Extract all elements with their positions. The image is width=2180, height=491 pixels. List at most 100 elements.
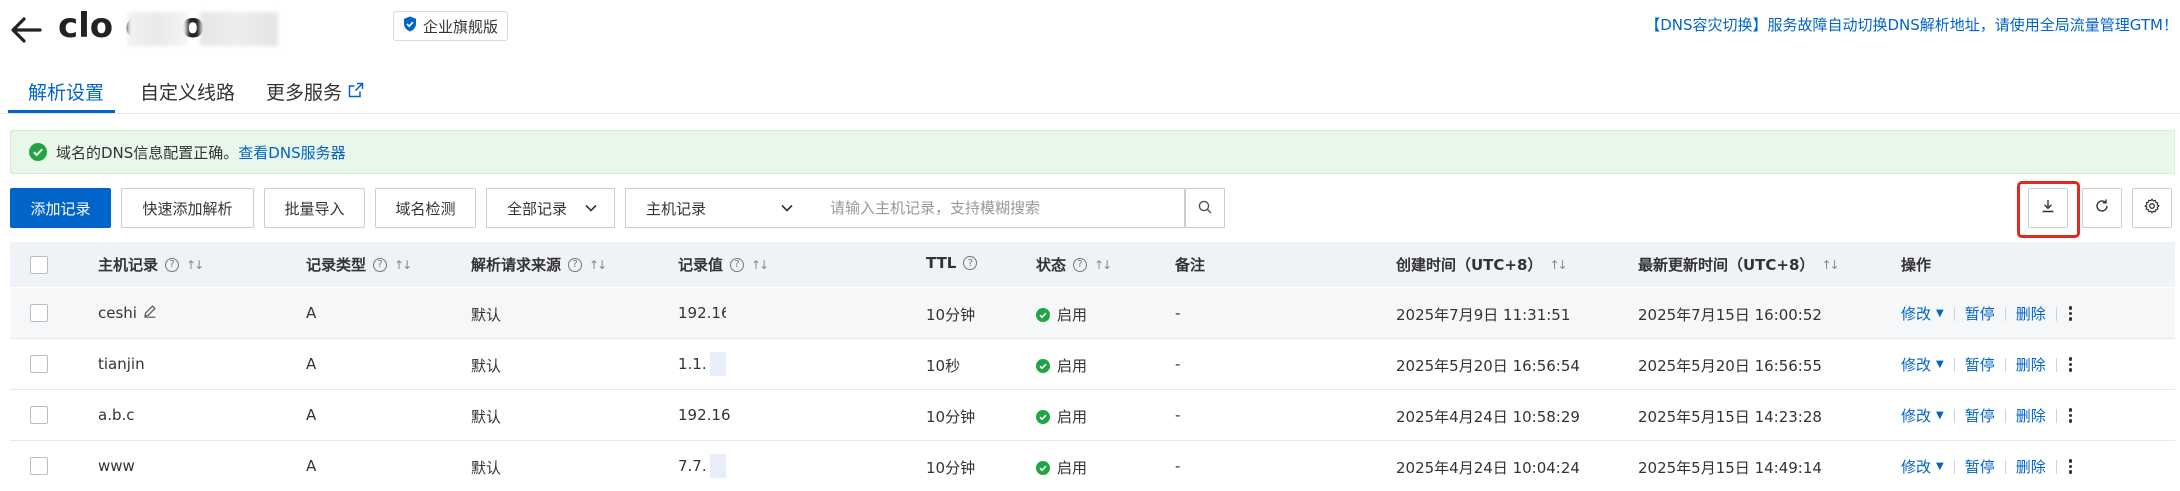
tab-more-services[interactable]: 更多服务	[266, 78, 364, 105]
external-link-icon	[348, 81, 364, 103]
back-arrow-icon[interactable]	[4, 8, 48, 52]
active-tab-indicator	[8, 110, 115, 113]
chevron-down-icon	[584, 201, 598, 219]
delete-link[interactable]: 删除	[2016, 303, 2046, 324]
pause-link[interactable]: 暂停	[1965, 405, 1995, 426]
gear-icon	[2144, 198, 2160, 218]
pause-link[interactable]: 暂停	[1965, 354, 1995, 375]
help-icon[interactable]: ?	[1073, 257, 1088, 272]
sort-icon[interactable]: ↑↓	[589, 258, 607, 272]
tab-dns-settings[interactable]: 解析设置	[28, 78, 104, 105]
record-filter-select[interactable]: 全部记录	[486, 188, 615, 228]
search-field-select[interactable]: 主机记录	[625, 188, 811, 228]
add-record-button[interactable]: 添加记录	[10, 188, 111, 228]
batch-import-button[interactable]: 批量导入	[264, 188, 365, 228]
th-ttl-label: TTL	[926, 254, 957, 272]
th-line[interactable]: 解析请求来源 ? ↑↓	[471, 254, 607, 275]
help-icon[interactable]: ?	[373, 257, 388, 272]
th-updated[interactable]: 最新更新时间（UTC+8） ↑↓	[1638, 254, 1840, 275]
tab-custom-lines[interactable]: 自定义线路	[140, 78, 235, 105]
table-settings-button[interactable]	[2132, 188, 2172, 228]
edition-badge: 企业旗舰版	[393, 11, 509, 41]
caret-down-icon[interactable]: ▼	[1936, 308, 1944, 319]
check-circle-icon	[1036, 409, 1050, 424]
help-icon[interactable]: ?	[730, 257, 745, 272]
th-actions-label: 操作	[1901, 256, 1932, 274]
th-remark-label: 备注	[1175, 256, 1206, 274]
row-checkbox[interactable]	[30, 304, 48, 322]
status-label: 启用	[1057, 306, 1088, 324]
divider	[1953, 306, 1955, 321]
refresh-button[interactable]	[2082, 188, 2122, 228]
quick-add-button[interactable]: 快速添加解析	[121, 188, 254, 228]
th-value[interactable]: 记录值 ? ↑↓	[678, 254, 769, 275]
cell-remark: -	[1175, 304, 1181, 322]
row-checkbox[interactable]	[30, 355, 48, 373]
delete-link[interactable]: 删除	[2016, 354, 2046, 375]
help-icon[interactable]: ?	[963, 256, 978, 270]
th-line-label: 解析请求来源	[471, 256, 562, 274]
more-options-icon[interactable]	[2068, 408, 2073, 423]
cell-value: 192.16	[678, 406, 731, 424]
row-checkbox[interactable]	[30, 457, 48, 475]
divider	[2004, 306, 2006, 321]
divider	[1953, 408, 1955, 423]
cell-actions: 修改 ▼ 暂停 删除	[1901, 456, 2073, 477]
select-all-checkbox[interactable]	[30, 256, 48, 274]
caret-down-icon[interactable]: ▼	[1936, 359, 1944, 370]
export-highlight-box	[2017, 181, 2080, 238]
th-actions: 操作	[1901, 254, 1931, 275]
row-checkbox[interactable]	[30, 406, 48, 424]
modify-link[interactable]: 修改	[1901, 303, 1931, 324]
cell-ttl: 10分钟	[926, 408, 976, 426]
cell-line: 默认	[471, 306, 502, 324]
caret-down-icon[interactable]: ▼	[1936, 461, 1944, 472]
delete-link[interactable]: 删除	[2016, 456, 2046, 477]
cell-status: 启用	[1036, 457, 1087, 478]
th-created[interactable]: 创建时间（UTC+8） ↑↓	[1396, 254, 1568, 275]
cell-actions: 修改 ▼ 暂停 删除	[1901, 303, 2073, 324]
table-row: a.b.c A 默认 192.16 10分钟 启用 - 2025年4月24日 1…	[10, 390, 2175, 441]
th-ttl: TTL ?	[926, 254, 978, 272]
th-host[interactable]: 主机记录 ? ↑↓	[98, 254, 204, 275]
divider	[2004, 408, 2006, 423]
pencil-icon[interactable]	[143, 304, 157, 322]
pause-link[interactable]: 暂停	[1965, 456, 1995, 477]
cell-value: 7.7.	[678, 457, 707, 475]
table-row: ceshi A 默认 192.168 10分钟 启用 - 2025年7月9日 1…	[10, 288, 2175, 339]
redaction-mask	[127, 12, 187, 46]
modify-link[interactable]: 修改	[1901, 405, 1931, 426]
sort-icon[interactable]: ↑↓	[1549, 258, 1567, 272]
th-type[interactable]: 记录类型 ? ↑↓	[306, 254, 412, 275]
pause-link[interactable]: 暂停	[1965, 303, 1995, 324]
help-icon[interactable]: ?	[568, 257, 583, 272]
cell-ttl: 10秒	[926, 357, 961, 375]
redaction-mask	[710, 454, 726, 478]
cell-actions: 修改 ▼ 暂停 删除	[1901, 405, 2073, 426]
modify-link[interactable]: 修改	[1901, 354, 1931, 375]
view-dns-servers-link[interactable]: 查看DNS服务器	[238, 142, 345, 163]
cell-created: 2025年4月24日 10:04:24	[1396, 459, 1580, 477]
more-options-icon[interactable]	[2068, 306, 2073, 321]
help-icon[interactable]: ?	[165, 257, 180, 272]
search-input[interactable]	[810, 188, 1185, 228]
search-button[interactable]	[1185, 188, 1225, 228]
cell-updated: 2025年5月15日 14:49:14	[1638, 459, 1822, 477]
sort-icon[interactable]: ↑↓	[394, 258, 412, 272]
cell-created: 2025年5月20日 16:56:54	[1396, 357, 1580, 375]
modify-link[interactable]: 修改	[1901, 456, 1931, 477]
sort-icon[interactable]: ↑↓	[186, 258, 204, 272]
caret-down-icon[interactable]: ▼	[1936, 410, 1944, 421]
sort-icon[interactable]: ↑↓	[1094, 258, 1112, 272]
th-remark: 备注	[1175, 254, 1205, 275]
tab-more-services-label: 更多服务	[266, 82, 343, 104]
more-options-icon[interactable]	[2068, 459, 2073, 474]
delete-link[interactable]: 删除	[2016, 405, 2046, 426]
sort-icon[interactable]: ↑↓	[1821, 258, 1839, 272]
dns-failover-link[interactable]: 【DNS容灾切换】服务故障自动切换DNS解析地址，请使用全局流量管理GTM！	[1645, 14, 2178, 35]
sort-icon[interactable]: ↑↓	[751, 258, 769, 272]
more-options-icon[interactable]	[2068, 357, 2073, 372]
cell-status: 启用	[1036, 355, 1087, 376]
th-status[interactable]: 状态 ? ↑↓	[1036, 254, 1112, 275]
domain-check-button[interactable]: 域名检测	[375, 188, 476, 228]
